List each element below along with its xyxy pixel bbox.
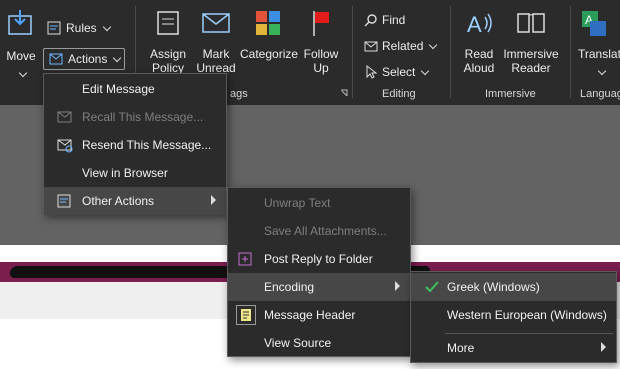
select-label: Select (382, 65, 416, 79)
ribbon-divider (352, 6, 353, 98)
rules-icon (47, 21, 61, 35)
rules-button[interactable]: Rules (46, 20, 111, 36)
menu-item-encoding[interactable]: Encoding (228, 273, 410, 301)
assign-policy-icon (157, 11, 179, 35)
menu-item-view-in-browser[interactable]: View in Browser (44, 159, 226, 187)
language-group-label: Languag (580, 88, 620, 100)
envelope-icon (202, 13, 230, 33)
menu-item-post-reply-to-folder[interactable]: Post Reply to Folder (228, 245, 410, 273)
find-button[interactable]: Find (364, 13, 405, 27)
actions-label: Actions (68, 52, 108, 66)
assign-policy-label-1: Assign (149, 47, 187, 61)
flag-icon (313, 11, 329, 36)
move-label: Move (6, 49, 36, 63)
actions-button[interactable]: Actions (43, 48, 125, 70)
immersive-reader-label-2: Reader (511, 61, 551, 75)
read-aloud-icon: A (467, 12, 492, 37)
more-label: More (447, 341, 475, 355)
assign-policy-button[interactable]: Assign Policy (143, 8, 193, 75)
western-european-windows-label: Western European (Windows) (447, 308, 607, 322)
mark-unread-button[interactable]: Mark Unread (195, 8, 237, 75)
search-icon (364, 14, 377, 27)
edit-message-label: Edit Message (82, 82, 155, 96)
immersive-group-label: Immersive (485, 88, 536, 100)
actions-icon (49, 53, 63, 65)
view-source-label: View Source (264, 336, 332, 350)
menu-item-edit-message[interactable]: Edit Message (44, 75, 226, 103)
menu-item-greek-windows[interactable]: Greek (Windows) (411, 273, 616, 301)
dialog-launcher-icon[interactable] (340, 89, 348, 97)
categorize-button[interactable]: Categorize (240, 8, 299, 61)
immersive-reader-label-1: Immersive (503, 47, 559, 61)
encoding-menu: Greek (Windows) Western European (Window… (410, 271, 617, 363)
find-label: Find (382, 13, 406, 27)
immersive-reader-icon (517, 13, 545, 33)
encoding-label: Encoding (264, 280, 315, 294)
mark-unread-label-1: Mark (202, 47, 230, 61)
follow-up-label-1: Follow (303, 47, 339, 61)
menu-item-view-source[interactable]: View Source (228, 329, 410, 357)
tags-group-label: ags (230, 88, 248, 100)
move-icon (8, 10, 32, 35)
submenu-arrow-icon (395, 281, 400, 291)
select-button[interactable]: Select (364, 65, 430, 79)
greek-windows-label: Greek (Windows) (447, 280, 540, 294)
related-icon (364, 41, 378, 52)
actions-menu: Edit Message Recall This Message... Rese… (43, 73, 227, 215)
translate-icon: A (582, 11, 606, 36)
rules-label: Rules (66, 21, 97, 35)
read-aloud-label-2: Aloud (463, 61, 495, 75)
related-label: Related (382, 39, 424, 53)
translate-label: Translat (578, 47, 620, 61)
view-in-browser-label: View in Browser (82, 166, 168, 180)
menu-item-western-european-windows[interactable]: Western European (Windows) (411, 301, 616, 329)
post-reply-to-folder-label: Post Reply to Folder (264, 252, 373, 266)
resend-message-label: Resend This Message... (82, 138, 212, 152)
svg-text:A: A (467, 12, 482, 37)
cursor-icon (366, 65, 378, 79)
submenu-arrow-icon (601, 342, 606, 352)
recall-icon (56, 108, 74, 126)
read-aloud-label-1: Read (464, 47, 494, 61)
other-actions-icon (56, 192, 74, 210)
ribbon-divider (450, 6, 451, 98)
read-aloud-button[interactable]: A Read Aloud (458, 8, 500, 75)
follow-up-button[interactable]: Follow Up (300, 8, 342, 75)
post-reply-icon (236, 250, 254, 268)
save-all-attachments-label: Save All Attachments... (264, 224, 387, 238)
related-button[interactable]: Related (364, 39, 438, 53)
other-actions-menu: Unwrap Text Save All Attachments... Post… (227, 187, 411, 357)
resend-icon (56, 136, 74, 154)
menu-item-more[interactable]: More (411, 334, 616, 362)
recall-message-label: Recall This Message... (82, 110, 204, 124)
menu-item-other-actions[interactable]: Other Actions (44, 187, 226, 215)
categorize-icon (256, 11, 280, 35)
follow-up-label-2: Up (313, 61, 329, 75)
checkmark-icon (423, 278, 441, 296)
menu-item-unwrap-text[interactable]: Unwrap Text (228, 189, 410, 217)
translate-button[interactable]: A Translat (578, 8, 620, 77)
message-header-icon (236, 305, 256, 325)
menu-item-save-all-attachments[interactable]: Save All Attachments... (228, 217, 410, 245)
immersive-reader-button[interactable]: Immersive Reader (502, 8, 560, 75)
submenu-arrow-icon (211, 195, 216, 205)
editing-group-label: Editing (382, 88, 416, 100)
message-header-label: Message Header (264, 308, 356, 322)
categorize-label: Categorize (240, 47, 299, 61)
menu-item-recall-message[interactable]: Recall This Message... (44, 103, 226, 131)
menu-item-message-header[interactable]: Message Header (228, 301, 410, 329)
unwrap-text-label: Unwrap Text (264, 196, 331, 210)
move-button[interactable]: Move (4, 8, 38, 79)
menu-item-resend-message[interactable]: Resend This Message... (44, 131, 226, 159)
other-actions-label: Other Actions (82, 194, 155, 208)
ribbon-divider (570, 6, 571, 98)
